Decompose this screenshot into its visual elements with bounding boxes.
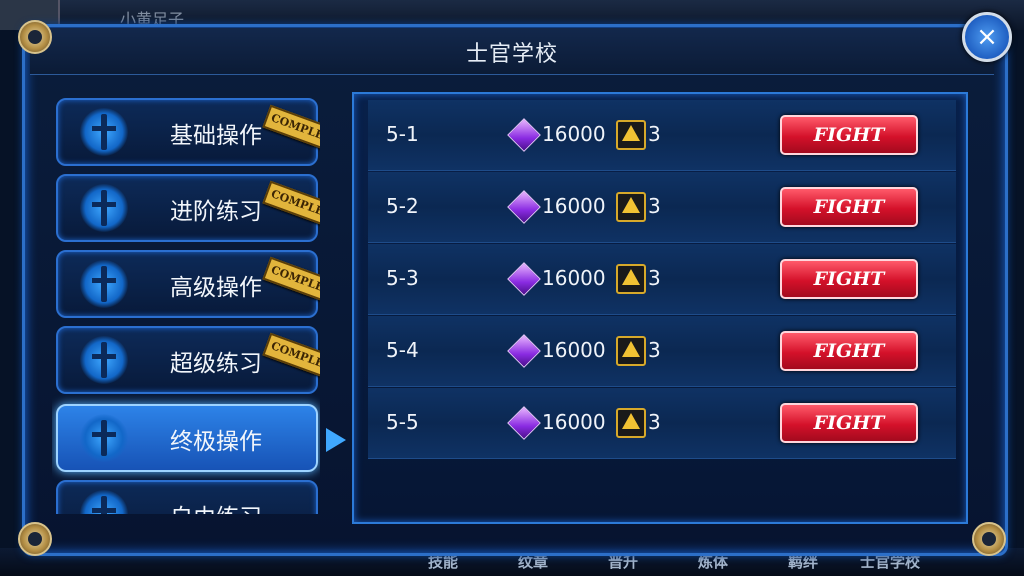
close-icon[interactable]: × xyxy=(962,12,1012,62)
crystal-icon xyxy=(507,118,541,152)
stage-id: 5-3 xyxy=(386,266,419,290)
stage-stamina: 3 xyxy=(648,410,661,434)
category-list: 基础操作 COMPLETE 进阶练习 COMPLETE 高级操作 COMPLET… xyxy=(52,96,320,514)
stamina-icon xyxy=(616,120,646,150)
stage-list: 5-1 16000 3 FIGHT 5-2 16000 3 FIGHT 5-3 … xyxy=(352,92,968,524)
corner-ornament-icon xyxy=(972,522,1006,556)
sword-icon xyxy=(80,108,128,156)
stage-id: 5-4 xyxy=(386,338,419,362)
category-label: 终极操作 xyxy=(170,429,262,455)
category-label: 基础操作 xyxy=(170,123,262,149)
stamina-icon xyxy=(616,192,646,222)
crossed-swords-icon xyxy=(80,184,128,232)
stage-row: 5-4 16000 3 FIGHT xyxy=(368,316,956,387)
crystal-icon xyxy=(507,406,541,440)
category-item[interactable]: 进阶练习 COMPLETE xyxy=(56,174,320,242)
stage-id: 5-2 xyxy=(386,194,419,218)
category-item[interactable]: 基础操作 COMPLETE xyxy=(56,98,320,166)
stage-id: 5-1 xyxy=(386,122,419,146)
complete-stamp: COMPLETE xyxy=(262,332,320,384)
sword-wing-icon xyxy=(80,260,128,308)
corner-ornament-icon xyxy=(18,20,52,54)
stage-stamina: 3 xyxy=(648,338,661,362)
stage-cost: 16000 xyxy=(542,338,606,362)
category-item[interactable]: 超级练习 COMPLETE xyxy=(56,326,320,394)
corner-ornament-icon xyxy=(18,522,52,556)
selected-arrow-icon xyxy=(326,428,346,452)
fight-button[interactable]: FIGHT xyxy=(780,187,918,227)
stage-row: 5-1 16000 3 FIGHT xyxy=(368,100,956,171)
stage-id: 5-5 xyxy=(386,410,419,434)
category-label: 超级练习 xyxy=(170,351,262,377)
crystal-icon xyxy=(507,262,541,296)
fight-button[interactable]: FIGHT xyxy=(780,115,918,155)
wings-icon xyxy=(80,490,128,514)
stage-cost: 16000 xyxy=(542,410,606,434)
stamina-icon xyxy=(616,408,646,438)
complete-stamp: COMPLETE xyxy=(262,180,320,232)
fight-button[interactable]: FIGHT xyxy=(780,403,918,443)
stamina-icon xyxy=(616,336,646,366)
stage-cost: 16000 xyxy=(542,122,606,146)
category-item[interactable]: 自由练习 xyxy=(56,480,318,514)
stage-cost: 16000 xyxy=(542,266,606,290)
complete-stamp: COMPLETE xyxy=(262,104,320,156)
category-label: 自由练习 xyxy=(170,498,262,514)
stamina-icon xyxy=(616,264,646,294)
category-label: 高级操作 xyxy=(170,275,262,301)
sword-crest-icon xyxy=(80,336,128,384)
dialog-title: 士官学校 xyxy=(465,42,558,67)
stage-row: 5-5 16000 3 FIGHT xyxy=(368,388,956,459)
stage-cost: 16000 xyxy=(542,194,606,218)
stage-row: 5-3 16000 3 FIGHT xyxy=(368,244,956,315)
crystal-icon xyxy=(507,190,541,224)
crystal-icon xyxy=(507,334,541,368)
complete-stamp: COMPLETE xyxy=(262,256,320,308)
stage-stamina: 3 xyxy=(648,266,661,290)
stage-stamina: 3 xyxy=(648,194,661,218)
sword-emblem-icon xyxy=(80,414,128,462)
category-item-selected[interactable]: 终极操作 xyxy=(56,404,318,472)
fight-button[interactable]: FIGHT xyxy=(780,259,918,299)
category-label: 进阶练习 xyxy=(170,199,262,225)
stage-stamina: 3 xyxy=(648,122,661,146)
fight-button[interactable]: FIGHT xyxy=(780,331,918,371)
category-item[interactable]: 高级操作 COMPLETE xyxy=(56,250,320,318)
stage-row: 5-2 16000 3 FIGHT xyxy=(368,172,956,243)
